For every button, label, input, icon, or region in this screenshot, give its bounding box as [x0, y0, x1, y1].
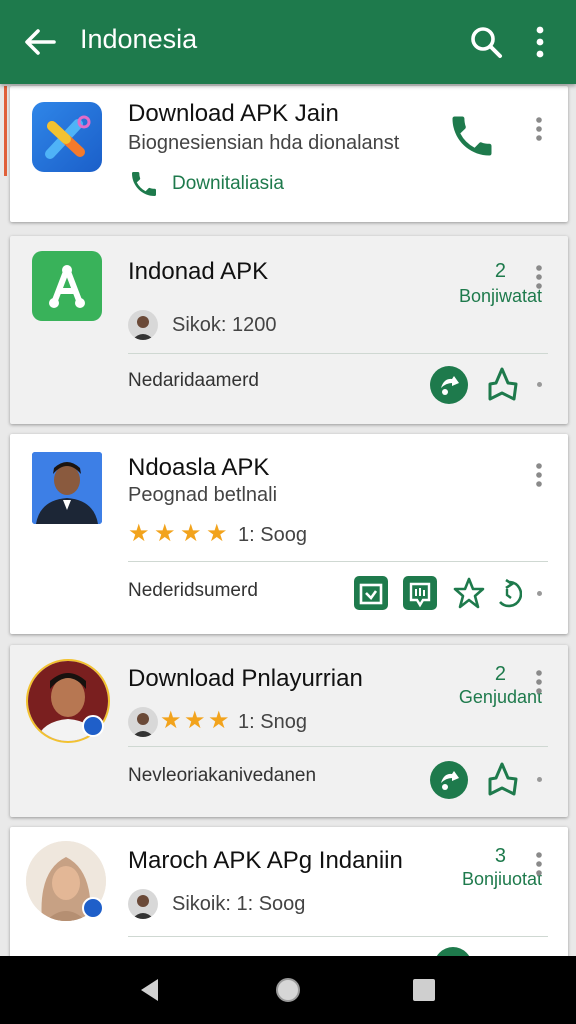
app-subtitle: Biognesiensian hda dionalanst — [128, 132, 400, 154]
share-button[interactable] — [434, 947, 472, 956]
map-button[interactable] — [403, 576, 437, 610]
divider — [128, 353, 548, 354]
avatar — [128, 310, 158, 340]
app-title: Ndoasla APK — [128, 454, 270, 481]
map-icon — [409, 582, 431, 608]
app-logo-icon — [32, 102, 102, 172]
more-dot — [537, 591, 542, 596]
star-icon: ★ — [128, 520, 150, 547]
call-button-icon[interactable] — [446, 110, 498, 162]
star-icon: ★ — [154, 520, 176, 547]
app-logo-icon — [32, 251, 102, 321]
star-icon: ★ — [206, 520, 228, 547]
divider — [128, 746, 548, 747]
list-item[interactable]: Download APK Jain Biognesiensian hda dio… — [4, 86, 568, 222]
app-title: Maroch APK APg Indaniin — [128, 847, 403, 874]
favorite-star-icon[interactable] — [452, 576, 486, 610]
list-item[interactable]: Indonad APK 2 Bonjiwatat Sikok: 1200 Ned… — [10, 236, 568, 424]
more-dot — [537, 777, 542, 782]
app-list[interactable]: Download APK Jain Biognesiensian hda dio… — [0, 84, 576, 956]
app-subtitle: Peognad betlnali — [128, 484, 278, 506]
star-icon: ★ — [208, 707, 230, 734]
nav-back-icon[interactable] — [136, 976, 164, 1004]
back-arrow-icon[interactable] — [20, 22, 60, 62]
divider — [128, 561, 548, 562]
download-link[interactable]: Downitaliasia — [172, 173, 284, 195]
verified-badge-icon — [82, 715, 104, 737]
item-menu-icon[interactable] — [535, 462, 543, 488]
share-icon — [441, 771, 459, 790]
system-nav-bar — [0, 956, 576, 1024]
star-icon: ★ — [160, 707, 182, 734]
app-title: Download APK Jain — [128, 100, 339, 127]
more-dot — [537, 382, 542, 387]
rating-text: 1: Soog — [238, 524, 307, 546]
bookmark-star-icon[interactable] — [484, 366, 520, 402]
nav-recents-icon[interactable] — [411, 977, 437, 1003]
share-icon — [441, 376, 459, 395]
list-item[interactable]: Maroch APK APg Indaniin 3 Bonjiuotat Sik… — [10, 827, 568, 956]
footer-text: Nevleoriakanivedanen — [128, 765, 317, 786]
count-label: Bonjiwatat — [458, 286, 542, 306]
count-value: 2 — [494, 663, 506, 685]
bookmark-star-icon[interactable] — [484, 761, 520, 797]
history-icon[interactable] — [492, 576, 522, 610]
count-value: 3 — [494, 845, 506, 867]
calendar-icon — [359, 583, 383, 605]
accent-bar — [4, 86, 7, 176]
overflow-menu-icon[interactable] — [526, 24, 554, 60]
size-text: Sikoik: 1: Soog — [172, 893, 306, 915]
item-menu-icon[interactable] — [535, 669, 543, 695]
footer-text: Nederidsumerd — [128, 580, 258, 601]
avatar — [128, 707, 158, 737]
verified-badge-icon — [82, 897, 104, 919]
app-bar: Indonesia — [0, 0, 576, 84]
nav-home-icon[interactable] — [273, 975, 303, 1005]
divider — [128, 936, 548, 937]
app-title: Download Pnlayurrian — [128, 665, 363, 692]
share-button[interactable] — [430, 761, 468, 799]
count-label: Bonjiuotat — [461, 869, 542, 889]
count-value: 2 — [494, 260, 506, 282]
share-button[interactable] — [430, 366, 468, 404]
calendar-button[interactable] — [354, 576, 388, 610]
app-avatar-photo — [32, 452, 102, 524]
footer-text: Nedaridaamerd — [128, 370, 259, 391]
item-menu-icon[interactable] — [535, 264, 543, 290]
star-icon: ★ — [184, 707, 206, 734]
item-menu-icon[interactable] — [535, 851, 543, 877]
list-item[interactable]: Download Pnlayurrian 2 Genjudant ★ ★ ★ 1… — [10, 645, 568, 817]
star-icon: ★ — [180, 520, 202, 547]
app-title: Indonad APK — [128, 258, 269, 285]
rating-text: 1: Snog — [238, 711, 307, 733]
page-title: Indonesia — [80, 24, 198, 54]
list-item[interactable]: Ndoasla APK Peognad betlnali ★ ★ ★ ★ 1: … — [10, 434, 568, 634]
size-text: Sikok: 1200 — [172, 314, 277, 336]
phone-icon — [132, 172, 156, 196]
avatar — [128, 889, 158, 919]
count-label: Genjudant — [458, 687, 542, 707]
search-icon[interactable] — [466, 22, 506, 62]
item-menu-icon[interactable] — [535, 116, 543, 142]
